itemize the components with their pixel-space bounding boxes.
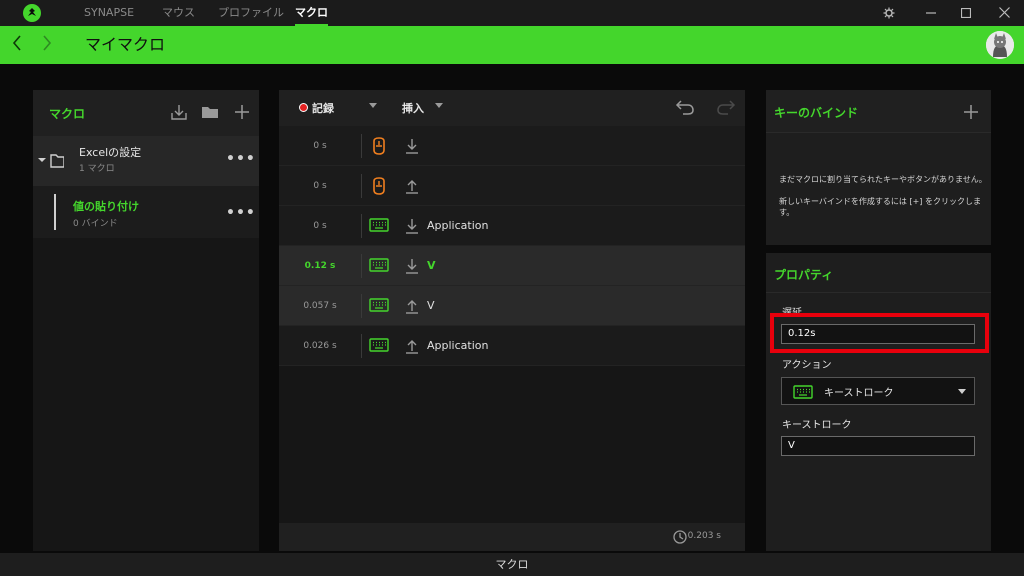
action-label: アクション [782,360,832,371]
editor-footer: 0.203 s [279,523,745,551]
folder-expand-icon[interactable] [38,154,64,168]
table-row[interactable]: 0 s Application [279,206,745,246]
keybind-header: キーのバインド [766,90,991,133]
title-bar: SYNAPSE マウス プロファイル マクロ [0,0,1024,26]
add-keybind-icon[interactable] [963,104,979,120]
keybind-empty-text-2: 新しいキーバインドを作成するには [+] をクリックします。 [779,197,981,217]
footer-label: マクロ [495,558,529,571]
row-divider [361,254,362,278]
keybind-title: キーのバインド [774,106,859,120]
event-delay: 0.026 s [303,341,337,351]
event-key-label: V [427,259,436,272]
record-dropdown-icon[interactable] [369,103,377,108]
record-button[interactable]: 記録 [312,100,334,116]
row-divider [361,174,362,198]
chevron-down-icon [958,389,966,394]
insert-dropdown-icon[interactable] [435,103,443,108]
razer-logo-icon[interactable] [23,4,41,22]
import-icon[interactable] [170,104,188,122]
maximize-icon[interactable] [957,4,975,22]
macro-list-title: マクロ [49,107,86,121]
event-delay: 0.057 s [303,301,337,311]
key-down-icon [405,217,419,235]
folder-more-icon[interactable]: ••• [226,151,256,167]
mouse-icon [372,137,392,155]
key-down-icon [405,137,419,155]
folder-icon[interactable] [201,104,219,122]
mouse-icon [372,177,392,195]
event-delay: 0.12 s [304,261,336,271]
macro-item[interactable]: 値の貼り付け 0 バインド ••• [33,186,259,238]
keybind-empty-text-1: まだマクロに割り当てられたキーやボタンがありません。 [779,175,987,184]
event-delay: 0 s [313,221,327,231]
clock-icon [673,530,687,544]
editor-toolbar: 記録 挿入 [279,90,745,126]
macro-list-empty-area [33,238,259,551]
properties-title: プロパティ [774,268,834,282]
keyboard-icon [369,257,389,275]
total-duration: 0.203 s [687,531,721,541]
macro-more-icon[interactable]: ••• [226,205,256,221]
keybind-panel: キーのバインド まだマクロに割り当てられたキーやボタンがありません。 新しいキー… [766,90,991,245]
properties-header: プロパティ [766,253,991,293]
row-divider [361,294,362,318]
table-row[interactable]: 0.057 s V [279,286,745,326]
macro-item-indent [54,194,56,230]
tab-macro[interactable]: マクロ [295,0,328,26]
add-icon[interactable] [233,104,251,122]
settings-icon[interactable] [880,4,898,22]
redo-icon[interactable] [716,98,736,116]
macro-item-name: 値の貼り付け [73,200,139,213]
tab-profile[interactable]: プロファイル [218,0,284,26]
key-down-icon [405,257,419,275]
event-delay: 0 s [313,141,327,151]
keyboard-icon [369,337,389,355]
event-delay: 0 s [313,181,327,191]
row-divider [361,334,362,358]
record-icon[interactable] [299,103,308,112]
tab-mouse[interactable]: マウス [162,0,195,26]
row-divider [361,214,362,238]
minimize-icon[interactable] [922,4,940,22]
keyboard-icon [369,217,389,235]
avatar[interactable] [986,31,1014,59]
keystroke-input[interactable]: V [781,436,975,456]
folder-macro-count: 1 マクロ [79,164,115,174]
table-row[interactable]: 0 s [279,126,745,166]
page-header: マイマクロ [0,26,1024,64]
macro-event-list: 0 s 0 s 0 s Application 0.12 s V 0.057 s V 0.026… [279,126,745,523]
undo-icon[interactable] [675,98,695,116]
keyboard-icon [793,385,813,399]
delay-highlight-annotation [770,313,989,353]
keyboard-icon [369,297,389,315]
event-key-label: Application [427,339,489,352]
event-key-label: V [427,299,435,312]
action-select-value: キーストローク [824,388,894,399]
macro-folder[interactable]: Excelの設定 1 マクロ ••• [33,136,259,186]
close-icon[interactable] [995,4,1013,22]
action-select[interactable]: キーストローク [781,377,975,405]
key-up-icon [405,337,419,355]
key-up-icon [405,297,419,315]
footer-bar: マクロ [0,553,1024,576]
keystroke-label: キーストローク [782,420,852,431]
event-key-label: Application [427,219,489,232]
back-arrow-icon[interactable] [8,34,26,56]
table-row[interactable]: 0.026 s Application [279,326,745,366]
forward-arrow-icon[interactable] [38,34,56,56]
macro-list-header: マクロ [33,90,259,136]
page-title: マイマクロ [85,35,166,54]
row-divider [361,134,362,158]
macro-item-binds: 0 バインド [73,219,118,229]
table-row[interactable]: 0 s [279,166,745,206]
folder-name: Excelの設定 [79,146,142,159]
properties-panel: プロパティ 遅延 0.12s アクション キーストローク キーストローク V [766,253,991,551]
insert-button[interactable]: 挿入 [402,100,424,116]
table-row[interactable]: 0.12 s V [279,246,745,286]
key-up-icon [405,177,419,195]
tab-synapse[interactable]: SYNAPSE [84,0,134,26]
